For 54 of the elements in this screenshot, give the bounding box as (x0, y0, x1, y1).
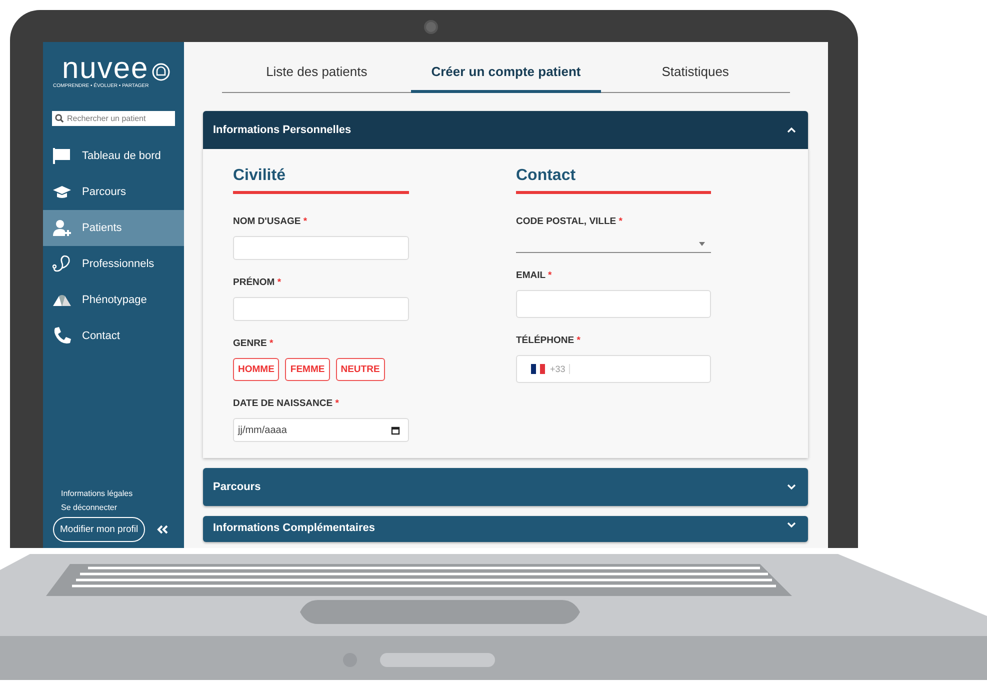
nav-item[interactable]: Patients (43, 210, 184, 246)
calendar-icon (391, 426, 400, 434)
gender-option[interactable]: HOMME (233, 358, 280, 381)
section-title: Informations Complémentaires (213, 522, 375, 534)
text-field[interactable] (516, 290, 711, 318)
edit-profile-button[interactable]: Modifier mon profil (53, 517, 146, 542)
column-heading: Contact (516, 167, 711, 194)
chevron-icon (787, 522, 796, 528)
nav-item[interactable]: Tableau de bord (43, 138, 184, 174)
add-user-icon (52, 219, 72, 237)
field-label: EMAIL * (516, 270, 553, 281)
section-title: Informations Personnelles (213, 124, 352, 136)
field-label: CODE POSTAL, VILLE * (516, 216, 624, 227)
logo-icon (152, 63, 170, 81)
gender-option[interactable]: FEMME (285, 358, 330, 381)
field-label: PRÉNOM * (233, 277, 282, 288)
section-header[interactable]: Informations Personnelles (203, 111, 808, 149)
section-header[interactable]: Parcours (203, 468, 808, 506)
country-code: +33 (550, 364, 570, 374)
section-title: Parcours (213, 481, 261, 493)
nav-item[interactable]: Parcours (43, 174, 184, 210)
search-icon (55, 114, 64, 123)
sidebar-link[interactable]: Se déconnecter (53, 503, 184, 512)
gauge-icon (52, 293, 72, 307)
french-flag-icon (531, 364, 546, 374)
field-label: TÉLÉPHONE * (516, 335, 582, 346)
date-field[interactable]: jj/mm/aaaa (233, 418, 409, 442)
stethoscope-icon (52, 254, 72, 274)
text-field[interactable] (233, 297, 409, 321)
camera-icon (424, 20, 438, 34)
phone-icon (52, 326, 72, 346)
section-header[interactable]: Informations Complémentaires (203, 516, 808, 542)
field-label: GENRE * (233, 338, 274, 349)
sidebar-link[interactable]: Informations légales (53, 489, 184, 498)
field-label: NOM D'USAGE * (233, 216, 308, 227)
tab[interactable]: Créer un compte patient (411, 52, 601, 93)
caret-icon (699, 242, 705, 246)
date-placeholder: jj/mm/aaaa (238, 424, 288, 436)
field-label: DATE DE NAISSANCE * (233, 398, 340, 409)
graduation-cap-icon (52, 183, 72, 201)
search-field[interactable]: Rechercher un patient (52, 111, 175, 126)
text-field[interactable] (233, 236, 409, 260)
chevron-icon (787, 127, 796, 133)
chevron-icon (787, 484, 796, 490)
column-heading: Civilité (233, 167, 409, 194)
collapse-icon[interactable] (157, 525, 168, 534)
nav-item[interactable]: Phénotypage (43, 282, 184, 318)
nav-item[interactable]: Contact (43, 318, 184, 354)
flag-icon (52, 147, 72, 165)
tab[interactable]: Statistiques (600, 52, 790, 92)
logo: nuvee (62, 56, 149, 82)
tab[interactable]: Liste des patients (222, 52, 412, 92)
gender-option[interactable]: NEUTRE (336, 358, 385, 381)
nav-item[interactable]: Professionnels (43, 246, 184, 282)
